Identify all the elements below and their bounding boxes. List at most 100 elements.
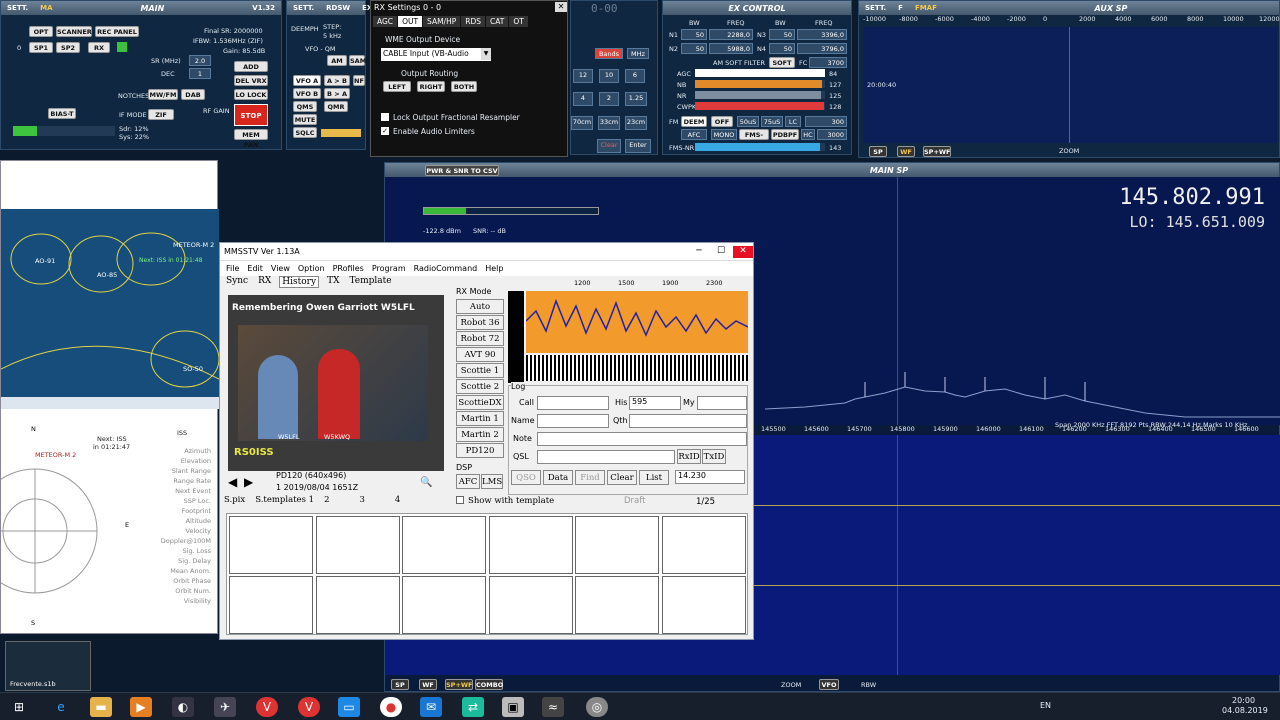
main-spwf-button[interactable]: SP+WF: [445, 679, 473, 690]
clock-date[interactable]: 04.08.2019: [1222, 706, 1268, 715]
mhz-button[interactable]: MHz: [627, 48, 649, 59]
tab-stemplates[interactable]: S.templates 1: [255, 495, 314, 505]
qmr-button[interactable]: QMR: [324, 101, 348, 112]
teamviewer-icon[interactable]: ⇄: [462, 697, 484, 717]
tab-4[interactable]: 4: [395, 495, 400, 505]
lc-value[interactable]: 300: [805, 116, 847, 127]
dec-value[interactable]: 1: [189, 68, 211, 79]
qth-input[interactable]: [629, 414, 747, 428]
output-device-select[interactable]: CABLE Input (VB-Audio ▼: [381, 48, 491, 61]
fms-nr-bar[interactable]: [695, 143, 825, 151]
opt-button[interactable]: OPT: [29, 26, 53, 37]
afc-button[interactable]: AFC: [681, 129, 707, 140]
notch-n3-bw[interactable]: 50: [769, 29, 795, 40]
vfo-frequency[interactable]: 145.802.991: [1119, 185, 1265, 210]
menu-item-program[interactable]: Program: [372, 264, 406, 273]
key-6[interactable]: 6: [625, 69, 645, 83]
satellite-icon[interactable]: ✈: [214, 697, 236, 717]
find-button[interactable]: Find: [575, 470, 605, 485]
vfo-b-button[interactable]: VFO B: [293, 88, 321, 99]
key-33cm[interactable]: 33cm: [598, 116, 620, 130]
mute-button[interactable]: MUTE: [293, 114, 317, 125]
gallery-cell[interactable]: [488, 576, 573, 634]
menu-item-view[interactable]: View: [271, 264, 290, 273]
tab-agc[interactable]: AGC: [373, 16, 398, 27]
search-icon[interactable]: 🔍: [420, 477, 432, 488]
soft-button[interactable]: SOFT: [769, 57, 795, 68]
sstv-image[interactable]: Remembering Owen Garriott W5LFL W5LFL W5…: [228, 295, 444, 471]
rdsw-button[interactable]: RDSW: [320, 4, 356, 12]
key-4[interactable]: 4: [573, 92, 593, 106]
step-value[interactable]: 5 kHz: [323, 32, 341, 40]
close-icon[interactable]: ✕: [733, 245, 753, 258]
notch-n3-freq[interactable]: 3396,0: [797, 29, 847, 40]
key-23cm[interactable]: 23cm: [625, 116, 647, 130]
rx-mode-martin-2[interactable]: Martin 2: [456, 427, 504, 442]
mono-button[interactable]: MONO: [711, 129, 737, 140]
vivaldi-icon[interactable]: V: [256, 697, 278, 717]
ie-icon[interactable]: e: [50, 697, 72, 717]
aux-sett-button[interactable]: SETT.: [859, 4, 892, 12]
app-icon[interactable]: ◐: [172, 697, 194, 717]
aux-f-button[interactable]: F: [892, 4, 909, 12]
frecvente-panel[interactable]: Frecvente.s1b: [5, 641, 91, 691]
menu-item-option[interactable]: Option: [298, 264, 325, 273]
call-input[interactable]: [537, 396, 609, 410]
pdbpf-button[interactable]: PDBPF: [771, 129, 799, 140]
gallery-cell[interactable]: [575, 576, 659, 634]
menu-item-help[interactable]: Help: [485, 264, 503, 273]
tab-spix[interactable]: S.pix: [224, 495, 245, 505]
gallery-cell[interactable]: [488, 516, 573, 574]
list-button[interactable]: List: [639, 470, 669, 485]
fms-nr-button[interactable]: FMS-NR: [739, 129, 769, 149]
rx-button[interactable]: RX: [88, 42, 110, 53]
notch-n4-bw[interactable]: 50: [769, 43, 795, 54]
start-icon[interactable]: ⊞: [8, 697, 30, 717]
name-input[interactable]: [537, 414, 609, 428]
chrome-icon[interactable]: ●: [380, 697, 402, 717]
menu-item-profiles[interactable]: PRofiles: [333, 264, 364, 273]
tab-ot[interactable]: OT: [509, 16, 528, 27]
sat-ao85[interactable]: AO-85: [97, 271, 117, 279]
sp1-button[interactable]: SP1: [29, 42, 53, 53]
50us-button[interactable]: 50uS: [737, 116, 759, 127]
my-input[interactable]: [697, 396, 747, 410]
lo-lock-button[interactable]: LO LOCK: [234, 89, 268, 100]
hc-label[interactable]: HC: [801, 129, 815, 140]
lock-checkbox[interactable]: [381, 113, 389, 121]
qms-button[interactable]: QMS: [293, 101, 317, 112]
window-icon[interactable]: ▭: [338, 697, 360, 717]
vfo-a-button[interactable]: VFO A: [293, 75, 321, 86]
aux-wf-button[interactable]: WF: [897, 146, 915, 157]
rx-mode-auto[interactable]: Auto: [456, 299, 504, 314]
dab-button[interactable]: DAB: [181, 89, 205, 100]
nfm-button[interactable]: NF: [353, 75, 365, 86]
left-button[interactable]: LEFT: [383, 81, 411, 92]
gallery-cell[interactable]: [575, 516, 659, 574]
b-to-a-button[interactable]: B > A: [324, 88, 350, 99]
maximize-icon[interactable]: ☐: [711, 246, 731, 258]
clear-key[interactable]: Clear: [597, 139, 621, 153]
both-button[interactable]: BOTH: [451, 81, 477, 92]
rx-mode-pd120[interactable]: PD120: [456, 443, 504, 458]
tab-rx[interactable]: RX: [256, 276, 273, 288]
mem-pan-button[interactable]: MEM PAN: [234, 129, 268, 149]
tab-out[interactable]: OUT: [398, 16, 423, 27]
menu-item-file[interactable]: File: [226, 264, 239, 273]
rx-mode-avt-90[interactable]: AVT 90: [456, 347, 504, 362]
tab-template[interactable]: Template: [347, 276, 393, 288]
afc-toggle[interactable]: AFC: [456, 474, 480, 489]
lc-label[interactable]: LC: [785, 116, 801, 127]
rx-mode-robot-72[interactable]: Robot 72: [456, 331, 504, 346]
gallery-cell[interactable]: [402, 576, 486, 634]
gallery-cell[interactable]: [229, 516, 313, 574]
next-icon[interactable]: ▶: [244, 475, 253, 489]
media-icon[interactable]: ▶: [130, 697, 152, 717]
clock-time[interactable]: 20:00: [1232, 696, 1255, 705]
sat-ao91[interactable]: AO-91: [35, 257, 55, 265]
key-1-25[interactable]: 1.25: [625, 92, 647, 106]
rx-mode-scottiedx[interactable]: ScottieDX: [456, 395, 504, 410]
tab-samhp[interactable]: SAM/HP: [423, 16, 461, 27]
fc-value[interactable]: 3700: [809, 57, 847, 68]
right-button[interactable]: RIGHT: [417, 81, 445, 92]
